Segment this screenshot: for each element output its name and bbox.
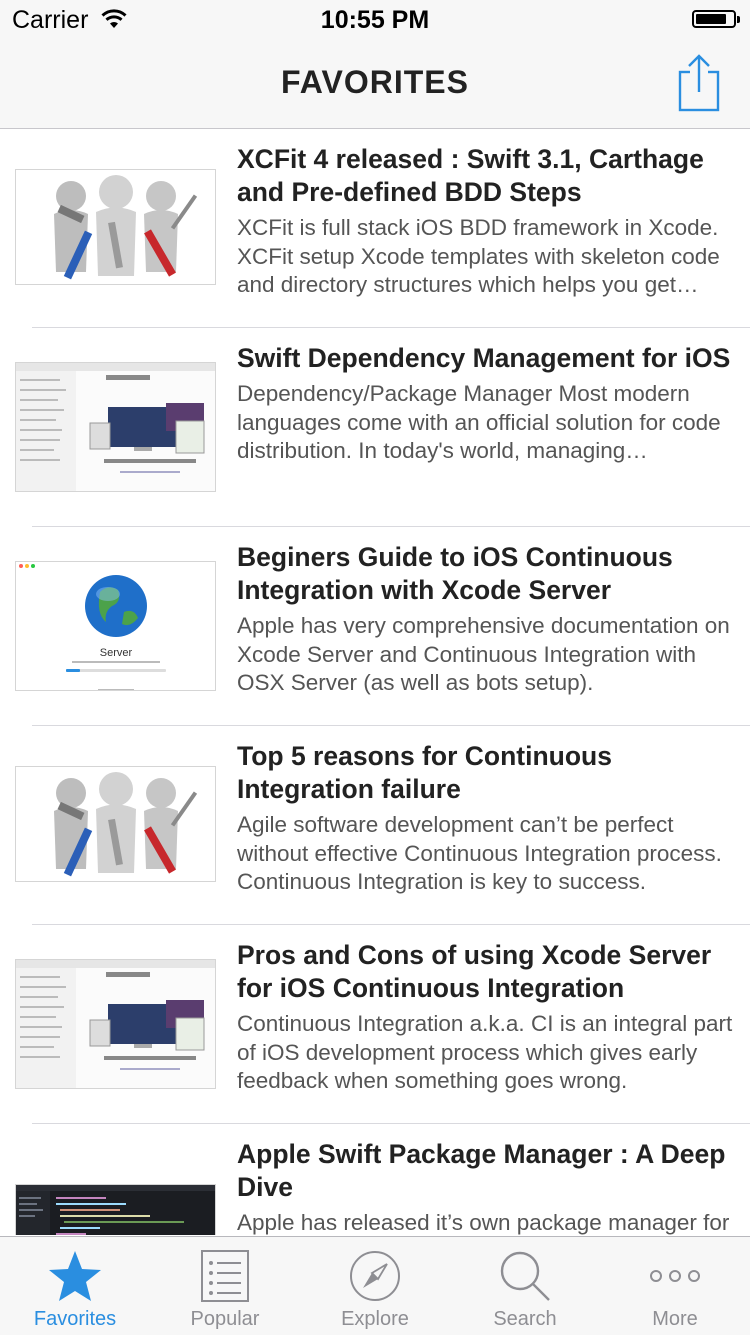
tab-label: Popular (190, 1308, 260, 1330)
more-icon (650, 1270, 700, 1282)
article-title: Top 5 reasons for Continuous Integration… (237, 741, 612, 804)
article-description: XCFit is full stack iOS BDD framework in… (237, 215, 720, 297)
article-title: Beginers Guide to iOS Continuous Integra… (237, 542, 673, 605)
article-title: XCFit 4 released : Swift 3.1, Carthage a… (237, 144, 704, 207)
thumbnail-caption: Server (100, 647, 133, 659)
search-icon (500, 1251, 550, 1301)
tab-popular[interactable]: Popular (150, 1237, 300, 1335)
article-thumbnail: Server (15, 561, 216, 691)
compass-icon (350, 1251, 400, 1301)
star-icon (49, 1251, 101, 1301)
list-item[interactable]: XCFit 4 released : Swift 3.1, Carthage a… (0, 129, 750, 328)
article-title: Apple Swift Package Manager : A Deep Div… (237, 1139, 726, 1202)
share-icon[interactable] (676, 54, 722, 114)
article-description: Continuous Integration a.k.a. CI is an i… (237, 1011, 733, 1093)
battery-icon (692, 10, 740, 28)
list-item[interactable]: Top 5 reasons for Continuous Integration… (0, 726, 750, 925)
page-title: FAVORITES (281, 64, 469, 100)
tab-bar: Favorites Popular Explore Search More (0, 1236, 750, 1335)
article-thumbnail (15, 169, 216, 285)
list-item[interactable]: Swift Dependency Management for iOS Depe… (0, 328, 750, 527)
clock: 10:55 PM (320, 6, 430, 34)
article-title: Pros and Cons of using Xcode Server for … (237, 940, 712, 1003)
article-thumbnail (15, 1184, 216, 1235)
list-item[interactable]: Pros and Cons of using Xcode Server for … (0, 925, 750, 1124)
list-item[interactable]: Apple Swift Package Manager : A Deep Div… (0, 1124, 750, 1235)
article-description: Agile software development can’t be perf… (237, 812, 722, 894)
article-description: Apple has released it’s own package mana… (237, 1210, 730, 1235)
status-bar: Carrier 10:55 PM (0, 0, 750, 40)
list-icon (201, 1250, 249, 1302)
article-description: Apple has very comprehensive documentati… (237, 613, 730, 695)
tab-label: Favorites (33, 1308, 117, 1330)
tab-more[interactable]: More (600, 1237, 750, 1335)
tab-label: Search (493, 1308, 557, 1330)
navigation-bar: FAVORITES (0, 40, 750, 129)
tab-label: Explore (341, 1308, 409, 1330)
article-description: Dependency/Package Manager Most modern l… (237, 381, 721, 463)
tab-explore[interactable]: Explore (300, 1237, 450, 1335)
favorites-list[interactable]: XCFit 4 released : Swift 3.1, Carthage a… (0, 129, 750, 1235)
article-thumbnail (15, 362, 216, 492)
list-item[interactable]: Server Beginers Guide to iOS Continuous … (0, 527, 750, 726)
article-title: Swift Dependency Management for iOS (237, 343, 731, 373)
article-thumbnail (15, 959, 216, 1089)
tab-favorites[interactable]: Favorites (0, 1237, 150, 1335)
article-thumbnail (15, 766, 216, 882)
tab-search[interactable]: Search (450, 1237, 600, 1335)
tab-label: More (652, 1308, 698, 1330)
